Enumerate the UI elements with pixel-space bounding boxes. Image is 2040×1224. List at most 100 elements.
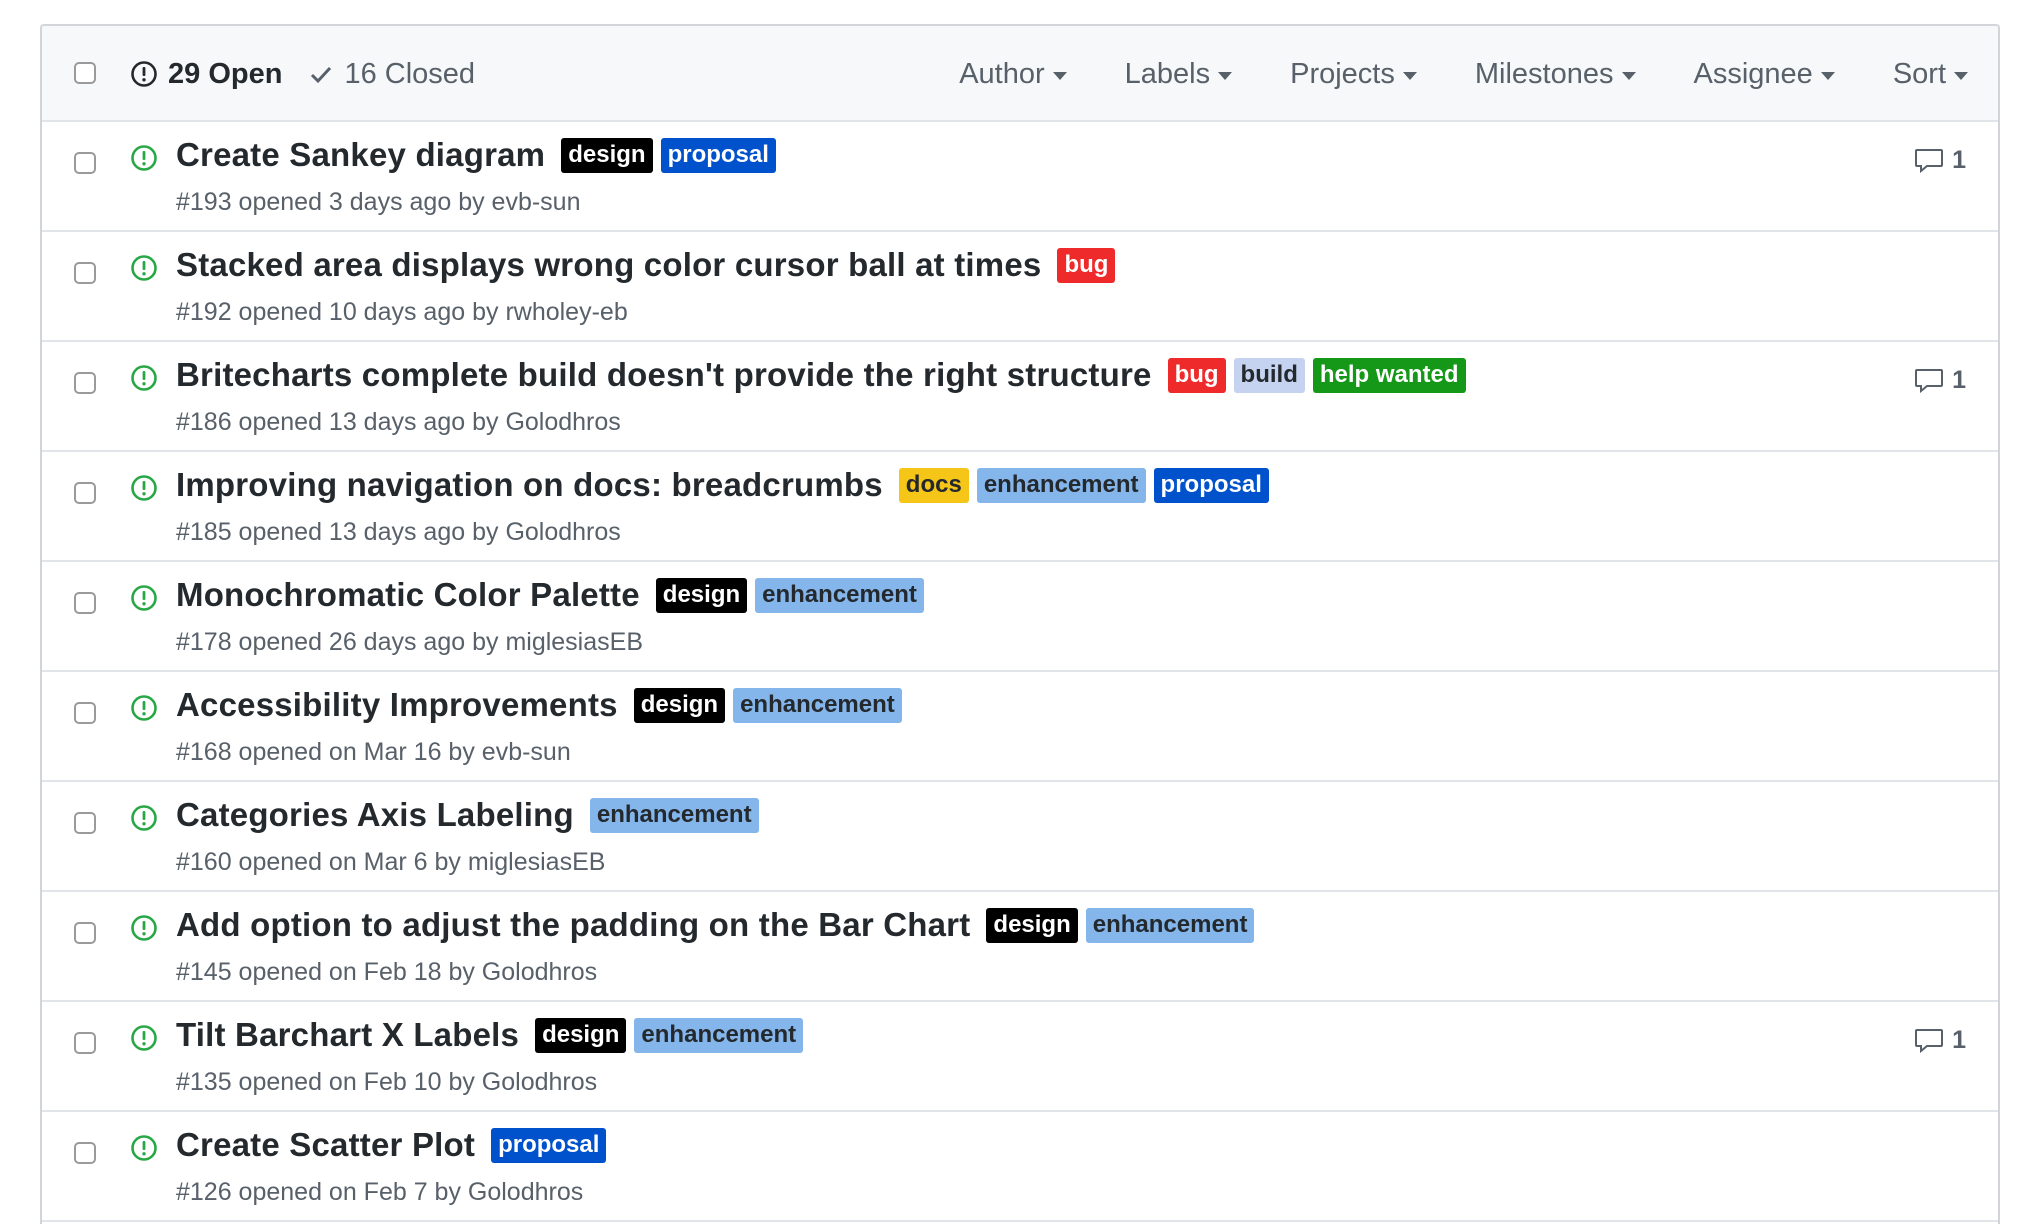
issue-meta: #186 opened 13 days ago by Golodhros [176, 408, 621, 436]
comments-link[interactable]: 1 [1914, 146, 1966, 175]
issue-title-line: Categories Axis Labeling enhancement [176, 796, 759, 834]
issue-select-checkbox[interactable] [74, 262, 96, 284]
issue-title-line: Add option to adjust the padding on the … [176, 906, 1255, 944]
filter-projects[interactable]: Projects [1290, 58, 1417, 91]
issue-select-checkbox[interactable] [74, 592, 96, 614]
comment-count: 1 [1952, 1026, 1966, 1054]
issue-row: Create Sankey diagram design proposal #193 … [42, 122, 1998, 232]
issue-select-checkbox[interactable] [74, 482, 96, 504]
issue-meta: #178 opened 26 days ago by miglesiasEB [176, 628, 643, 656]
issue-opened-icon [131, 475, 157, 501]
label-proposal[interactable]: proposal [1153, 467, 1269, 503]
label-enhancement[interactable]: enhancement [976, 467, 1146, 503]
issue-opened-icon [131, 915, 157, 941]
filter-labels[interactable]: Labels [1124, 57, 1233, 91]
filter-bar: Author Labels Projects Milestones Assignee So… [959, 26, 1968, 122]
issue-opened-icon [131, 805, 157, 831]
filter-sort[interactable]: Sort [1893, 58, 1968, 91]
filter-label: Sort [1892, 57, 1946, 90]
select-all-checkbox[interactable] [74, 62, 96, 84]
caret-down-icon [1621, 72, 1636, 80]
filter-label: Author [959, 57, 1045, 90]
label-enhancement[interactable]: enhancement [634, 1017, 804, 1053]
filter-label: Assignee [1693, 57, 1813, 90]
issue-opened-icon [131, 61, 157, 87]
filter-author[interactable]: Author [959, 57, 1067, 91]
open-issues-link[interactable]: 29 Open [130, 58, 282, 91]
issue-title-line: Stacked area displays wrong color cursor… [176, 246, 1116, 284]
filter-assignee[interactable]: Assignee [1694, 58, 1835, 91]
issue-meta: #192 opened 10 days ago by rwholey-eb [176, 298, 628, 326]
caret-down-icon [1954, 72, 1968, 80]
label-bug[interactable]: bug [1167, 357, 1226, 393]
issue-meta: #193 opened 3 days ago by evb-sun [176, 188, 581, 216]
issue-opened-icon [131, 695, 157, 721]
filter-label: Labels [1124, 57, 1211, 90]
issue-select-checkbox[interactable] [74, 152, 96, 174]
issue-title-line: Create Sankey diagram design proposal [176, 136, 776, 174]
issue-select-checkbox[interactable] [74, 922, 96, 944]
label-proposal[interactable]: proposal [660, 137, 776, 173]
label-bug[interactable]: bug [1057, 247, 1116, 283]
label-enhancement[interactable]: enhancement [733, 687, 902, 723]
issue-title-link[interactable]: Monochromatic Color Palette [176, 576, 640, 614]
issue-select-checkbox[interactable] [74, 372, 96, 394]
issue-title-line: Tilt Barchart X Labels design enhancement [176, 1016, 804, 1054]
issue-select-checkbox[interactable] [74, 812, 96, 834]
issue-meta: #168 opened on Mar 16 by evb-sun [176, 738, 571, 766]
label-build[interactable]: build [1233, 357, 1305, 393]
issue-row: Categories Axis Labeling enhancement #160 … [42, 782, 1998, 892]
issue-title-line: Monochromatic Color Palette design enhance… [176, 576, 924, 614]
caret-down-icon [1402, 72, 1417, 80]
label-design[interactable]: design [561, 137, 653, 173]
issue-title-link[interactable]: Add option to adjust the padding on the … [176, 906, 970, 944]
label-proposal[interactable]: proposal [491, 1127, 607, 1163]
label-enhancement[interactable]: enhancement [755, 577, 924, 613]
issue-title-link[interactable]: Categories Axis Labeling [176, 796, 574, 834]
filter-milestones[interactable]: Milestones [1475, 58, 1636, 91]
issue-opened-icon [131, 145, 157, 171]
label-help-wanted[interactable]: help wanted [1312, 357, 1466, 393]
issue-title-link[interactable]: Create Scatter Plot [176, 1126, 475, 1164]
issue-title-line: Create Scatter Plot proposal [176, 1126, 607, 1164]
issue-row: Tilt Barchart X Labels design enhancement #… [42, 1002, 1998, 1112]
label-enhancement[interactable]: enhancement [589, 797, 759, 833]
issue-title-link[interactable]: Create Sankey diagram [176, 136, 545, 174]
issue-row: Accessibility Improvements design enhancem… [42, 672, 1998, 782]
comments-link[interactable]: 1 [1914, 366, 1966, 395]
issue-title-link[interactable]: Britecharts complete build doesn't provi… [176, 356, 1152, 394]
caret-down-icon [1052, 72, 1067, 80]
issue-opened-icon [131, 1135, 157, 1161]
filter-label: Projects [1290, 57, 1395, 90]
issue-select-checkbox[interactable] [74, 702, 96, 724]
issues-list-box: 29 Open 16 Closed Author Labels Projects Mi… [40, 24, 2000, 1224]
issue-row: Britecharts complete build doesn't provi… [42, 342, 1998, 452]
issue-meta: #185 opened 13 days ago by Golodhros [176, 518, 621, 546]
issue-title-link[interactable]: Accessibility Improvements [176, 686, 618, 724]
label-docs[interactable]: docs [898, 467, 969, 503]
issue-opened-icon [131, 255, 157, 281]
issue-row: Stacked area displays wrong color cursor… [42, 232, 1998, 342]
issue-title-link[interactable]: Improving navigation on docs: breadcrumb… [176, 466, 883, 504]
label-design[interactable]: design [535, 1017, 627, 1053]
label-design[interactable]: design [986, 907, 1078, 943]
issue-title-link[interactable]: Stacked area displays wrong color cursor… [176, 246, 1041, 284]
issue-select-checkbox[interactable] [74, 1142, 96, 1164]
issue-title-line: Britecharts complete build doesn't provi… [176, 356, 1466, 394]
comments-link[interactable]: 1 [1914, 1026, 1966, 1055]
issue-select-checkbox[interactable] [74, 1032, 96, 1054]
comment-icon [1915, 368, 1944, 393]
caret-down-icon [1218, 72, 1233, 80]
issue-opened-icon [131, 1025, 157, 1051]
issue-row: Monochromatic Color Palette design enhance… [42, 562, 1998, 672]
issue-opened-icon [131, 585, 157, 611]
closed-issues-link[interactable]: 16 Closed [310, 58, 475, 91]
issue-meta: #126 opened on Feb 7 by Golodhros [176, 1178, 584, 1206]
issue-title-link[interactable]: Tilt Barchart X Labels [176, 1016, 519, 1054]
label-enhancement[interactable]: enhancement [1085, 907, 1255, 943]
issue-list: Create Sankey diagram design proposal #193 … [42, 122, 1998, 1222]
issue-state-toggle: 29 Open 16 Closed [130, 26, 475, 122]
issue-meta: #160 opened on Mar 6 by miglesiasEB [176, 848, 606, 876]
label-design[interactable]: design [655, 577, 748, 613]
label-design[interactable]: design [633, 687, 726, 723]
